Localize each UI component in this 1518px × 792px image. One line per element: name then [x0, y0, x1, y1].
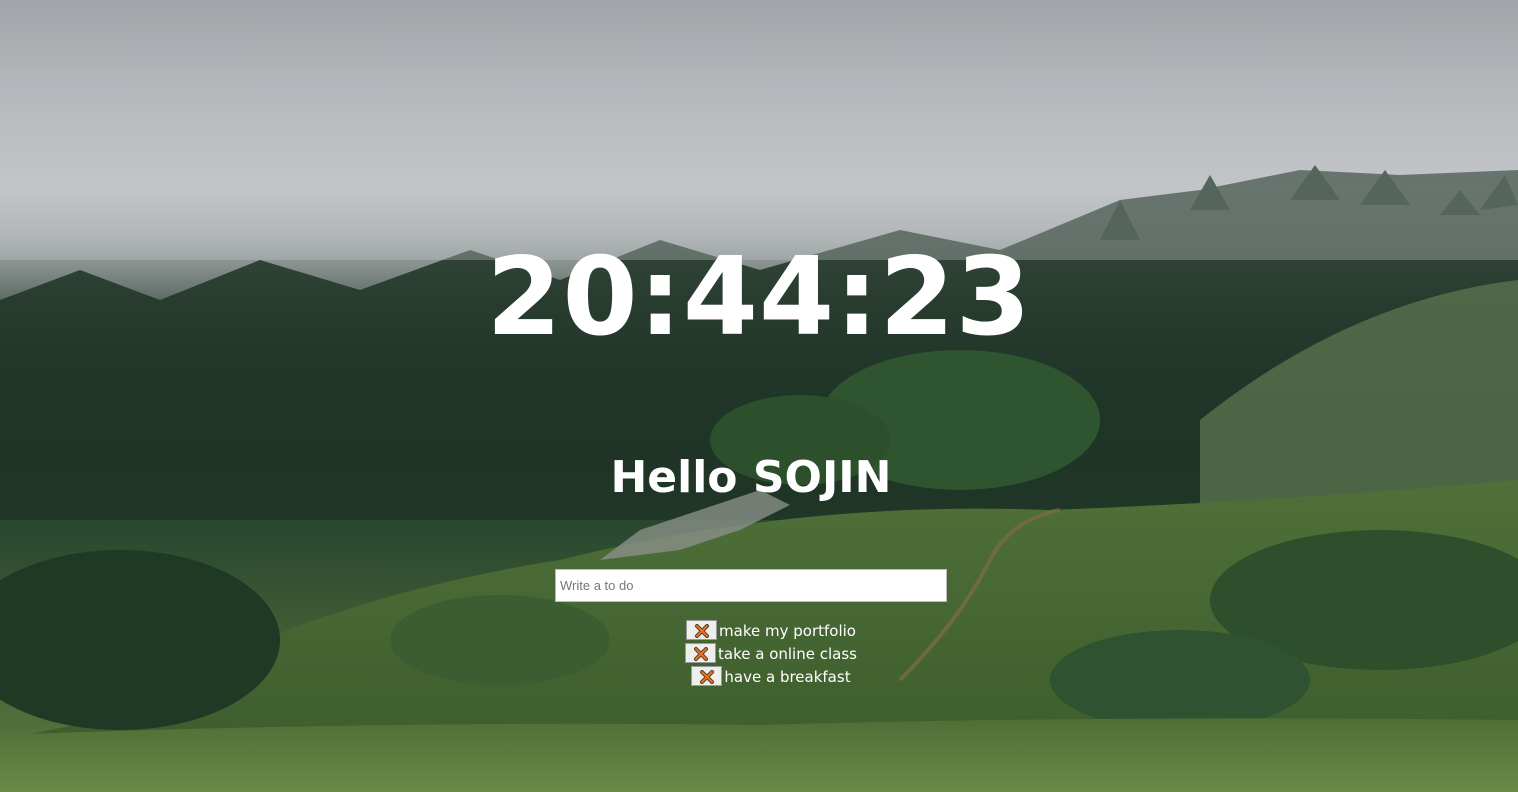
todo-item-text: have a breakfast	[724, 668, 851, 686]
cross-mark-icon	[699, 669, 714, 684]
todo-item: make my portfolio	[0, 619, 1518, 643]
delete-todo-button[interactable]	[685, 642, 717, 663]
todo-list: make my portfolio take a online class ha…	[0, 619, 1518, 689]
delete-todo-button[interactable]	[691, 665, 723, 686]
todo-item-text: take a online class	[718, 645, 857, 663]
todo-item-text: make my portfolio	[719, 622, 856, 640]
delete-todo-button[interactable]	[686, 619, 718, 640]
todo-item: have a breakfast	[0, 665, 1518, 689]
todo-item: take a online class	[0, 642, 1518, 666]
greeting-text: Hello SOJIN	[610, 452, 892, 503]
cross-mark-icon	[693, 646, 708, 661]
todo-form	[555, 569, 947, 602]
todo-input[interactable]	[555, 569, 947, 602]
cross-mark-icon	[694, 623, 709, 638]
clock-time: 20:44:23	[486, 235, 1032, 360]
